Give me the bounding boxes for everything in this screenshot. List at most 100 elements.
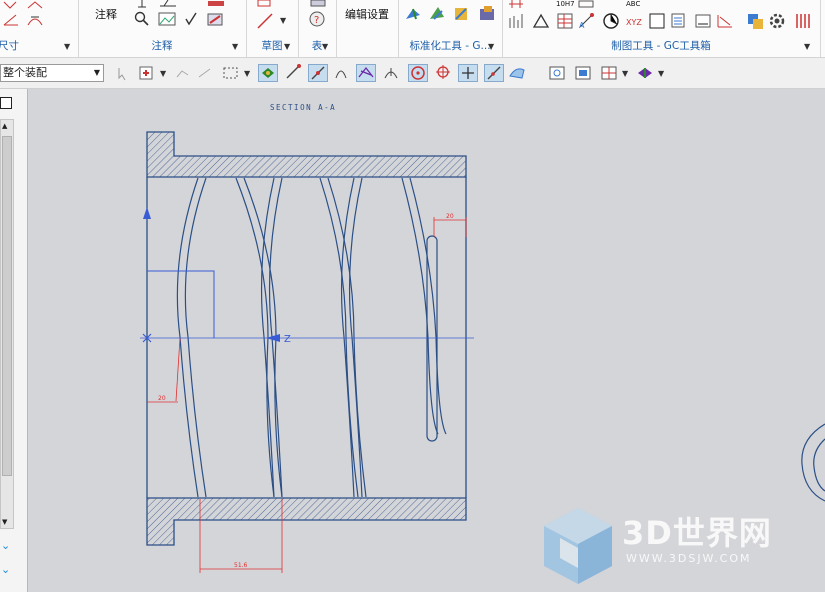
- dimension-group-dropdown[interactable]: ▼: [64, 42, 70, 51]
- chain-icon[interactable]: [196, 65, 214, 81]
- ribbon-group-standard-tools: 标准化工具 - G... ▼: [398, 0, 503, 57]
- snap-midpoint-button[interactable]: [308, 64, 328, 82]
- snap-point-on-surface-button[interactable]: [508, 64, 528, 82]
- line-sketch-icon[interactable]: [256, 12, 274, 30]
- scrollbar-thumb[interactable]: [2, 136, 12, 476]
- box-select-icon[interactable]: [222, 65, 240, 81]
- part-tool-icon[interactable]: [404, 5, 422, 23]
- partial-part-view: [801, 423, 825, 502]
- snap-quadrant-button[interactable]: [434, 64, 454, 82]
- triangle-icon[interactable]: [532, 12, 550, 30]
- datum-icon[interactable]: [134, 0, 150, 8]
- svg-text:A: A: [579, 21, 585, 30]
- weld-table-icon[interactable]: [716, 12, 734, 30]
- dimension-left: [147, 337, 181, 403]
- spring-icon[interactable]: [794, 12, 812, 30]
- rectangle-sketch-icon[interactable]: [256, 0, 272, 8]
- scroll-up-icon[interactable]: ▲: [2, 122, 7, 130]
- snap-endpoint-button[interactable]: [284, 64, 304, 82]
- part-list-icon[interactable]: ?: [308, 10, 326, 28]
- snap-control-point-button[interactable]: [332, 64, 352, 82]
- chamfer-dimension-icon[interactable]: [26, 13, 44, 27]
- chevron-down-icon: ▼: [93, 68, 100, 77]
- fit-tolerance-icon[interactable]: 10H7: [556, 0, 575, 8]
- select-object-icon[interactable]: [116, 65, 134, 81]
- snap-points-button[interactable]: [258, 64, 278, 82]
- render-style-icon[interactable]: [636, 65, 654, 81]
- annotation-button[interactable]: 注释: [95, 6, 117, 22]
- arc-center-icon: [384, 68, 398, 79]
- selection-toolbar: 整个装配 ▼ ▼ ▼ ▼ ▼: [0, 58, 825, 89]
- radial-dimension-icon[interactable]: [2, 13, 20, 27]
- filter-dropdown[interactable]: ▼: [160, 69, 166, 78]
- library-tool-icon[interactable]: [478, 5, 496, 23]
- table-image-icon[interactable]: [206, 11, 226, 27]
- scroll-down-icon[interactable]: ▼: [2, 518, 7, 526]
- layout-icon[interactable]: [600, 65, 618, 81]
- grid-dimension-icon[interactable]: [508, 0, 524, 8]
- filter-icon[interactable]: [138, 65, 160, 81]
- xyz-coordinate-icon[interactable]: XYZ: [626, 18, 642, 27]
- hole-table-icon[interactable]: [578, 0, 594, 8]
- list-table-icon[interactable]: [670, 12, 688, 30]
- dimension-left-value: 20: [158, 395, 166, 402]
- plus-icon: [462, 67, 474, 79]
- selection-scope-combo[interactable]: 整个装配 ▼: [0, 64, 104, 82]
- spell-check-icon[interactable]: ABC: [626, 0, 640, 8]
- document-icon[interactable]: [694, 12, 712, 30]
- ribbon-group-sketch-label: 草图: [261, 40, 283, 52]
- window-icon[interactable]: [0, 97, 12, 109]
- sketch-line-dropdown[interactable]: ▼: [280, 16, 286, 25]
- snap-arc-center-button[interactable]: [382, 64, 402, 82]
- standard-tools-dropdown[interactable]: ▼: [488, 42, 494, 51]
- scrollbar[interactable]: ▲ ▼: [0, 119, 14, 529]
- ribbon-group-table: ? 表 ▼: [298, 0, 337, 57]
- table-icon[interactable]: [310, 0, 326, 8]
- ribbon-group-edit-settings: 编辑设置: [336, 0, 399, 57]
- edit-settings-button[interactable]: 编辑设置: [345, 6, 389, 22]
- selection-scope-value: 整个装配: [3, 66, 47, 79]
- point-on-curve-icon: [487, 66, 501, 80]
- layout-dropdown[interactable]: ▼: [622, 69, 628, 78]
- search-icon[interactable]: [134, 11, 150, 27]
- image-icon[interactable]: [158, 11, 176, 27]
- surface-finish-icon[interactable]: [158, 0, 178, 8]
- expand-chevron-icon[interactable]: ⌄: [1, 539, 10, 552]
- snap-point-on-curve-button[interactable]: [484, 64, 504, 82]
- leader-line-icon[interactable]: A: [578, 12, 596, 30]
- table-group-dropdown[interactable]: ▼: [322, 42, 328, 51]
- svg-text:?: ?: [314, 15, 319, 26]
- angular-dimension-icon[interactable]: [26, 0, 44, 10]
- multi-dimension-icon[interactable]: [508, 12, 526, 30]
- ribbon-group-table-label: 表: [311, 40, 323, 52]
- snap-existing-point-button[interactable]: [458, 64, 478, 82]
- render-style-dropdown[interactable]: ▼: [658, 69, 664, 78]
- coordinate-marker: [147, 270, 215, 338]
- drawing-sheet-icon[interactable]: [574, 65, 592, 81]
- assembly-tool-icon[interactable]: [428, 5, 446, 23]
- box-select-dropdown[interactable]: ▼: [244, 69, 250, 78]
- annotation-group-dropdown[interactable]: ▼: [232, 42, 238, 51]
- fastener-tool-icon[interactable]: [452, 5, 470, 23]
- snap-circle-center-button[interactable]: [408, 64, 428, 82]
- checkmark-symbol-icon[interactable]: [184, 11, 198, 27]
- expand-chevron-icon-2[interactable]: ⌄: [1, 563, 10, 576]
- endpoint-icon: [286, 64, 301, 79]
- snap-intersection-button[interactable]: [356, 64, 376, 82]
- section-title: SECTION A-A: [270, 103, 336, 112]
- image-edit-icon[interactable]: [746, 12, 764, 30]
- sphere-icon[interactable]: [602, 12, 620, 30]
- dimension-top-right-value: 20: [446, 213, 454, 220]
- parts-table-icon[interactable]: [556, 12, 574, 30]
- connect-icon[interactable]: [174, 65, 192, 81]
- dimension-icon[interactable]: [2, 0, 18, 10]
- weld-symbol-icon[interactable]: [206, 0, 228, 8]
- midpoint-icon: [311, 66, 325, 80]
- ribbon-group-gc-toolbox: 10H7 ABC A XYZ 制图工具 - GC工具箱 ▼: [502, 0, 821, 57]
- view-icon[interactable]: [548, 65, 566, 81]
- snap-points-icon: [262, 68, 274, 78]
- gear-icon[interactable]: [768, 12, 786, 30]
- gc-toolbox-dropdown[interactable]: ▼: [804, 42, 810, 51]
- rectangle-icon[interactable]: [648, 12, 666, 30]
- sketch-group-dropdown[interactable]: ▼: [284, 42, 290, 51]
